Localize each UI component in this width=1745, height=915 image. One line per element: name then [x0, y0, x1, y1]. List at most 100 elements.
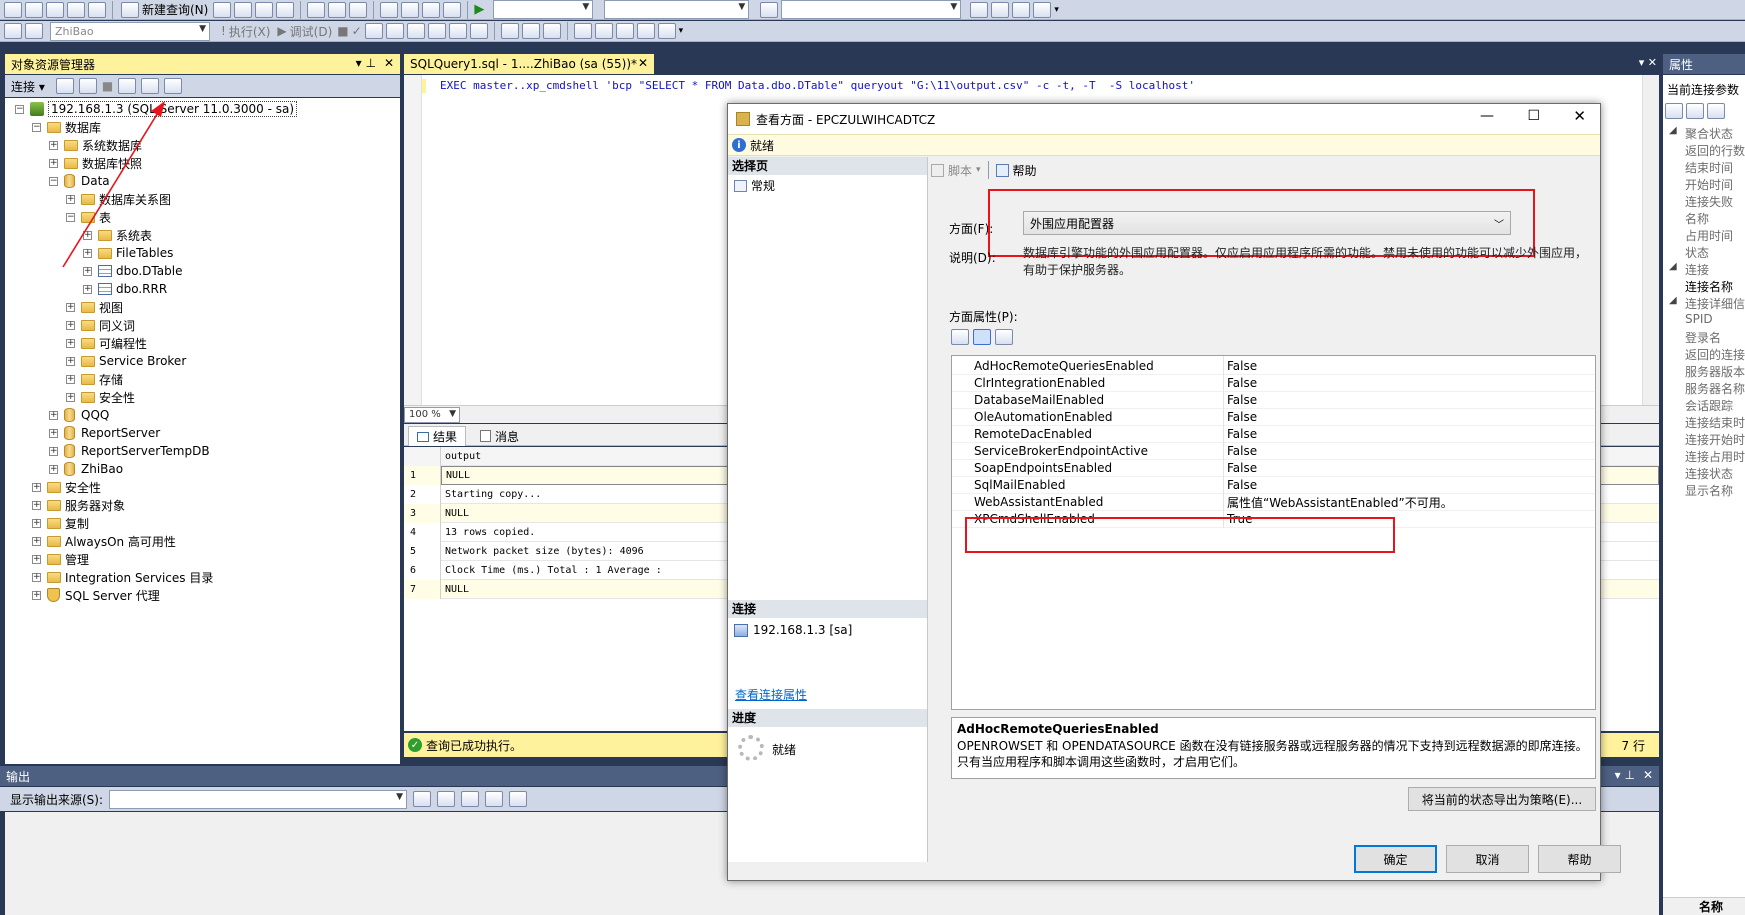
expand-icon[interactable]: +	[32, 572, 41, 582]
expand-icon[interactable]: +	[66, 194, 75, 204]
ok-button[interactable]: 确定	[1354, 845, 1437, 873]
next-message-icon[interactable]	[461, 791, 480, 807]
previous-message-icon[interactable]	[437, 791, 456, 807]
tree-node[interactable]: + 存储	[5, 370, 400, 388]
property-value[interactable]: False	[1227, 461, 1257, 475]
tree-node[interactable]: + 同义词	[5, 316, 400, 334]
results-to-text-icon[interactable]	[500, 23, 519, 39]
property-item[interactable]: 连接结束时	[1685, 414, 1745, 431]
expand-icon[interactable]: +	[66, 392, 75, 402]
property-item[interactable]: 会话跟踪	[1685, 397, 1733, 414]
expand-icon[interactable]: +	[32, 536, 41, 546]
expand-icon[interactable]: +	[66, 374, 75, 384]
tree-node[interactable]: + 视图	[5, 298, 400, 316]
collapse-icon[interactable]: ◢	[1669, 261, 1677, 272]
expand-icon[interactable]: +	[32, 500, 41, 510]
new-project-icon[interactable]	[4, 1, 22, 18]
facet-property-row[interactable]: AdHocRemoteQueriesEnabled False	[952, 358, 1595, 375]
execute-button[interactable]: ! 执行(X)	[219, 23, 272, 40]
chevron-down-icon[interactable]: ▾	[976, 165, 981, 175]
property-item[interactable]: 结束时间	[1685, 159, 1733, 176]
save-icon[interactable]	[67, 1, 85, 18]
tree-node[interactable]: − 数据库	[5, 118, 400, 136]
clear-all-icon[interactable]	[485, 791, 504, 807]
properties-header[interactable]: 属性	[1663, 54, 1745, 74]
collapse-icon[interactable]: ◢	[1669, 125, 1677, 136]
property-item[interactable]: 服务器名称	[1685, 380, 1745, 397]
start-icon[interactable]: ▶	[474, 2, 484, 17]
paste-icon[interactable]	[349, 1, 368, 18]
toolbox-icon[interactable]	[1012, 1, 1031, 18]
client-stats-icon[interactable]	[469, 23, 488, 39]
property-item[interactable]: 连接状态	[1685, 465, 1733, 482]
tree-node[interactable]: + 安全性	[5, 388, 400, 406]
close-dialog-icon[interactable]: ✕	[1573, 107, 1586, 125]
parse-icon[interactable]: ✓	[352, 24, 362, 38]
undo-icon[interactable]	[380, 1, 399, 18]
facet-property-row[interactable]: ServiceBrokerEndpointActive False	[952, 443, 1595, 460]
pin-icon[interactable]: ▾ ⊥	[356, 56, 376, 70]
solution-platform-combo[interactable]: ▼	[604, 0, 750, 19]
property-item[interactable]: 状态	[1685, 244, 1709, 261]
tree-node[interactable]: + 数据库关系图	[5, 190, 400, 208]
expand-icon[interactable]: +	[66, 320, 75, 330]
tree-node[interactable]: + 复制	[5, 514, 400, 532]
maximize-icon[interactable]: ☐	[1527, 108, 1540, 124]
results-to-grid-icon[interactable]	[521, 23, 540, 39]
toolbar-overflow-icon[interactable]: ▾	[1054, 5, 1059, 15]
collapse-icon[interactable]: −	[32, 122, 41, 132]
facet-property-row[interactable]: OleAutomationEnabled False	[952, 409, 1595, 426]
activity-monitor-icon[interactable]	[164, 78, 183, 94]
export-policy-button[interactable]: 将当前的状态导出为策略(E)...	[1408, 787, 1596, 811]
expand-icon[interactable]: +	[66, 356, 75, 366]
object-explorer-icon[interactable]	[970, 1, 989, 18]
expand-icon[interactable]: +	[32, 554, 41, 564]
refresh-icon[interactable]	[141, 78, 160, 94]
comment-icon[interactable]	[573, 23, 592, 39]
tree-node[interactable]: + SQL Server 代理	[5, 586, 400, 604]
collapse-icon[interactable]: −	[66, 212, 75, 222]
tree-node[interactable]: + dbo.RRR	[5, 280, 400, 298]
expand-icon[interactable]: +	[32, 482, 41, 492]
increase-indent-icon[interactable]	[636, 23, 655, 39]
navigate-forward-icon[interactable]	[443, 1, 462, 18]
query-designer-icon[interactable]	[385, 23, 404, 39]
tree-node[interactable]: + Service Broker	[5, 352, 400, 370]
property-item[interactable]: 返回的行数	[1685, 142, 1745, 159]
close-icon[interactable]: ✕	[1643, 768, 1653, 782]
property-item[interactable]: 连接失败	[1685, 193, 1733, 210]
analysis-query-icon[interactable]	[234, 1, 253, 18]
mdx-query-icon[interactable]	[255, 1, 274, 18]
decrease-indent-icon[interactable]	[615, 23, 634, 39]
disconnect-icon[interactable]	[78, 78, 97, 94]
tree-node[interactable]: + ReportServer	[5, 424, 400, 442]
help-button[interactable]: 帮助	[1538, 845, 1621, 873]
query-options-icon[interactable]	[406, 23, 425, 39]
facet-property-row[interactable]: DatabaseMailEnabled False	[952, 392, 1595, 409]
expand-icon[interactable]: +	[32, 518, 41, 528]
facet-property-row[interactable]: SoapEndpointsEnabled False	[952, 460, 1595, 477]
tree-node[interactable]: + 数据库快照	[5, 154, 400, 172]
open-file-icon[interactable]	[46, 1, 64, 18]
results-tab[interactable]: 结果	[408, 426, 467, 446]
connect-icon[interactable]	[4, 23, 22, 39]
tree-node[interactable]: + 可编程性	[5, 334, 400, 352]
messages-tab[interactable]: 消息	[472, 426, 527, 446]
property-item[interactable]: 连接开始时	[1685, 431, 1745, 448]
actual-plan-icon[interactable]	[448, 23, 467, 39]
expand-icon[interactable]: +	[49, 158, 58, 168]
expand-icon[interactable]: +	[83, 248, 92, 258]
expand-icon[interactable]: +	[49, 140, 58, 150]
connect-object-explorer-icon[interactable]	[55, 78, 74, 94]
expand-icon[interactable]: +	[83, 230, 92, 240]
tree-node[interactable]: + 系统数据库	[5, 136, 400, 154]
expand-icon[interactable]: +	[83, 266, 92, 276]
tree-node[interactable]: + ReportServerTempDB	[5, 442, 400, 460]
tree-node[interactable]: + 安全性	[5, 478, 400, 496]
tree-node[interactable]: − 表	[5, 208, 400, 226]
collapse-icon[interactable]: −	[15, 104, 24, 114]
property-value[interactable]: False	[1227, 444, 1257, 458]
property-value[interactable]: 属性值“WebAssistantEnabled”不可用。	[1227, 494, 1453, 511]
tree-node[interactable]: + ZhiBao	[5, 460, 400, 478]
property-item[interactable]: 连接详细信	[1685, 295, 1745, 312]
